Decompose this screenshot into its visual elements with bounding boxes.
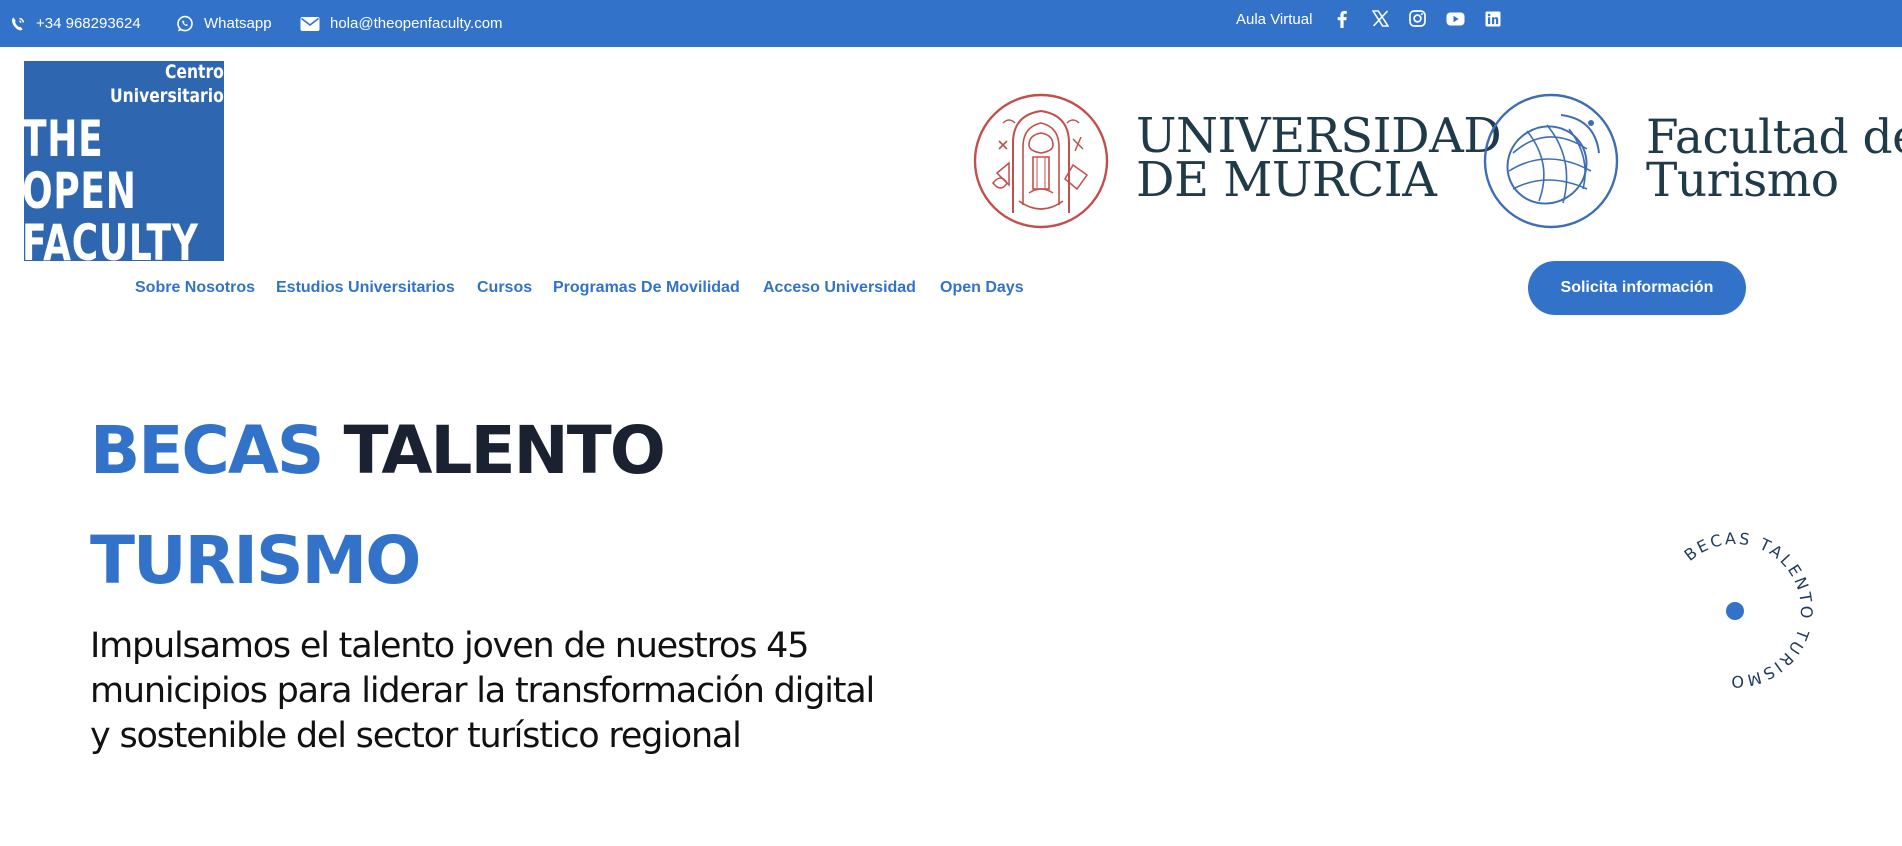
x-twitter-link[interactable] (1367, 0, 1393, 42)
instagram-link[interactable] (1404, 0, 1430, 42)
youtube-link[interactable] (1442, 0, 1468, 42)
logo-line-universitario: Universitario (110, 85, 224, 107)
nav-acceso-universidad[interactable]: Acceso Universidad (763, 279, 916, 299)
facultad-turismo-wordmark: Facultad de Turismo (1646, 114, 1902, 208)
nav-programas-movilidad[interactable]: Programas De Movilidad (553, 279, 740, 299)
circular-text-badge: BECAS TALENTO TURISMO (1655, 529, 1815, 691)
solicita-informacion-button[interactable]: Solicita información (1528, 261, 1746, 315)
hero-title-becas: BECAS (90, 412, 324, 489)
phone-icon (10, 16, 26, 32)
nav-cursos[interactable]: Cursos (477, 279, 532, 299)
hero-title-line-1: BECAS TALENTO (90, 412, 666, 489)
facultad-line-2: Turismo (1646, 153, 1839, 208)
logo-line-the: THE (24, 110, 104, 168)
facultad-turismo-globe-icon (1483, 93, 1619, 229)
email-link[interactable]: hola@theopenfaculty.com (300, 0, 503, 47)
universidad-line-2: DE MURCIA (1136, 152, 1437, 208)
logo-line-faculty: FACULTY (24, 214, 199, 261)
circular-badge-text: BECAS TALENTO TURISMO (1681, 529, 1814, 691)
x-icon (1371, 10, 1389, 32)
hero-title-turismo: TURISMO (90, 522, 421, 599)
logo-line-centro: Centro (165, 61, 224, 83)
universidad-murcia-wordmark: UNIVERSIDAD DE MURCIA (1136, 112, 1502, 208)
universidad-murcia-seal-icon (973, 93, 1109, 229)
nav-sobre-nosotros[interactable]: Sobre Nosotros (135, 279, 255, 299)
svg-text:BECAS TALENTO TURISMO: BECAS TALENTO TURISMO (1681, 530, 1815, 690)
whatsapp-icon (176, 15, 194, 33)
phone-number: +34 968293624 (36, 15, 141, 32)
whatsapp-label: Whatsapp (204, 15, 272, 32)
phone-link[interactable]: +34 968293624 (10, 0, 141, 47)
instagram-icon (1408, 10, 1426, 32)
whatsapp-link[interactable]: Whatsapp (176, 0, 272, 47)
top-contact-bar: +34 968293624 Whatsapp hola@theopenfacul… (0, 0, 1902, 47)
aula-virtual-label: Aula Virtual (1236, 10, 1313, 28)
linkedin-link[interactable] (1480, 0, 1506, 42)
badge-center-dot (1726, 602, 1744, 620)
facebook-link[interactable] (1329, 0, 1355, 42)
linkedin-icon (1485, 11, 1501, 32)
facebook-icon (1336, 10, 1348, 33)
hero-title-talento: TALENTO (343, 412, 665, 489)
email-address: hola@theopenfaculty.com (330, 15, 503, 32)
envelope-icon (300, 16, 320, 32)
aula-virtual-link[interactable]: Aula Virtual (1236, 0, 1312, 38)
youtube-icon (1446, 12, 1465, 31)
nav-estudios-universitarios[interactable]: Estudios Universitarios (276, 279, 455, 299)
nav-open-days[interactable]: Open Days (940, 279, 1024, 299)
logo-line-open: OPEN (24, 162, 137, 220)
hero-description: Impulsamos el talento joven de nuestros … (90, 626, 875, 756)
open-faculty-logo[interactable]: Centro Universitario THE OPEN FACULTY (24, 61, 224, 261)
